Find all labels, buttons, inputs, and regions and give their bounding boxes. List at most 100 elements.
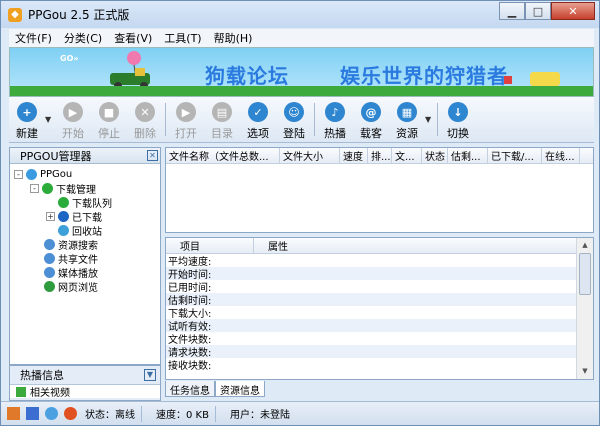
tree-node-recycle-bin[interactable]: 回收站 <box>58 224 102 238</box>
tab-resource-info[interactable]: 资源信息 <box>215 381 265 397</box>
folder-button[interactable]: ▤ 目录 <box>204 97 240 142</box>
scrollbar-thumb[interactable] <box>579 253 591 295</box>
col-downloaded[interactable]: 已下载/... <box>488 148 542 163</box>
prop-row: 试听有效: <box>166 319 576 333</box>
login-button[interactable]: ☺ 登陆 <box>276 97 312 142</box>
task-list[interactable]: 文件名称（文件总数... 文件大小 速度 排... 文... 状态 估剩... … <box>165 147 594 233</box>
ppgou-icon <box>26 169 37 180</box>
collapse-toggle[interactable]: - <box>30 184 39 193</box>
col-attribute[interactable]: 属性 <box>254 238 344 253</box>
status-user: 用户：未登陆 <box>229 410 290 421</box>
menu-tools[interactable]: 工具(T) <box>158 30 207 46</box>
related-videos-item[interactable]: 相关视频 <box>10 384 160 399</box>
start-button[interactable]: ▶ 开始 <box>55 97 91 142</box>
tree-node-download-queue[interactable]: 下载队列 <box>58 196 112 210</box>
video-icon <box>16 386 26 397</box>
login-icon: ☺ <box>284 102 304 122</box>
tree-node-downloaded[interactable]: + 已下载 <box>46 210 102 224</box>
status-speed: 速度：0 KB <box>156 410 209 421</box>
title-bar: ◆ PPGou 2.5 正式版 ▁ □ ✕ <box>1 1 599 28</box>
share-icon <box>44 253 55 264</box>
hot-info-title: 热播信息 <box>20 369 64 382</box>
prop-row: 下载大小: <box>168 309 212 320</box>
delete-button[interactable]: ✕ 删除 <box>127 97 163 142</box>
collapse-toggle[interactable]: - <box>14 170 23 179</box>
col-remaining[interactable]: 估剩... <box>448 148 488 163</box>
menu-help[interactable]: 帮助(H) <box>208 30 259 46</box>
new-button[interactable]: + 新建 <box>9 97 45 142</box>
close-button[interactable]: ✕ <box>551 2 595 20</box>
nav-tree: - PPGou - 下载管理 下载队列 + 已下载 回收站 资源搜索 共享文件 媒体播… <box>10 164 160 364</box>
delete-icon: ✕ <box>135 102 155 122</box>
col-speed[interactable]: 速度 <box>340 148 368 163</box>
prop-row: 请求块数: <box>166 345 576 359</box>
prop-row: 平均速度: <box>168 257 212 268</box>
chevron-down-icon[interactable]: ▼ <box>144 369 156 381</box>
info-icon[interactable] <box>64 407 77 420</box>
banner-text-1: 狗载论坛 <box>205 64 289 88</box>
col-rank[interactable]: 排... <box>368 148 392 163</box>
toolbar-separator <box>165 103 166 136</box>
swirl-icon: @ <box>361 102 381 122</box>
grid-icon[interactable] <box>26 407 39 420</box>
window-controls: ▁ □ ✕ <box>499 2 595 20</box>
status-state: 状态：离线 <box>85 410 135 421</box>
switch-icon: ↓ <box>448 102 468 122</box>
col-file[interactable]: 文... <box>392 148 422 163</box>
globe-icon <box>44 281 55 292</box>
banner-text-2: 娱乐世界的狩猎者 <box>340 64 508 88</box>
col-file-size[interactable]: 文件大小 <box>280 148 340 163</box>
stop-button[interactable]: ■ 停止 <box>91 97 127 142</box>
scroll-down-arrow[interactable]: ▼ <box>577 364 593 379</box>
scroll-up-arrow[interactable]: ▲ <box>577 238 593 253</box>
hot-info-header[interactable]: 热播信息 ▼ <box>10 366 160 384</box>
menu-category[interactable]: 分类(C) <box>58 30 108 46</box>
maximize-button[interactable]: □ <box>525 2 551 20</box>
col-item[interactable]: 项目 <box>166 238 254 253</box>
col-file-name[interactable]: 文件名称（文件总数... <box>166 148 280 163</box>
open-button[interactable]: ▶ 打开 <box>168 97 204 142</box>
prop-row: 接收块数: <box>168 361 212 372</box>
ad-banner[interactable]: GO» 狗载论坛 娱乐世界的狩猎者 <box>9 47 594 97</box>
minimize-button[interactable]: ▁ <box>499 2 525 20</box>
play-icon: ▶ <box>63 102 83 122</box>
col-status[interactable]: 状态 <box>422 148 448 163</box>
resource-button[interactable]: ▦ 资源 <box>389 97 425 142</box>
info-tabs: 任务信息 资源信息 <box>165 381 594 397</box>
hot-play-button[interactable]: ♪ 热播 <box>317 97 353 142</box>
resource-dropdown-arrow[interactable]: ▼ <box>425 97 435 142</box>
tree-node-shared-files[interactable]: 共享文件 <box>44 252 98 266</box>
menu-bar: 文件(F) 分类(C) 查看(V) 工具(T) 帮助(H) <box>9 29 594 47</box>
properties-header: 项目 属性 <box>166 238 593 254</box>
panel-close-button[interactable]: ✕ <box>147 150 158 161</box>
menu-file[interactable]: 文件(F) <box>9 30 58 46</box>
network-icon[interactable] <box>45 407 58 420</box>
resource-icon: ▦ <box>397 102 417 122</box>
menu-view[interactable]: 查看(V) <box>108 30 158 46</box>
toolbar: + 新建 ▼ ▶ 开始 ■ 停止 ✕ 删除 ▶ 打开 ▤ 目录 ✓ 选项 ☺ 登陆 ♪ 热播 @ 载… <box>9 97 594 143</box>
expand-toggle[interactable]: + <box>46 212 55 221</box>
manager-panel-header: PPGOU管理器 ✕ <box>10 148 160 164</box>
tree-node-resource-search[interactable]: 资源搜索 <box>44 238 98 252</box>
status-separator <box>141 405 142 422</box>
main-window: ◆ PPGou 2.5 正式版 ▁ □ ✕ 文件(F) 分类(C) 查看(V) … <box>0 0 600 426</box>
edit-icon[interactable] <box>7 407 20 420</box>
folder-icon: ▤ <box>212 102 232 122</box>
tree-node-ppgou[interactable]: - PPGou <box>14 168 72 181</box>
options-icon: ✓ <box>248 102 268 122</box>
search-icon <box>44 239 55 250</box>
vertical-scrollbar[interactable]: ▲ ▼ <box>576 238 593 379</box>
tree-node-web-browser[interactable]: 网页浏览 <box>44 280 98 294</box>
prop-row: 文件块数: <box>168 335 212 346</box>
passenger-button[interactable]: @ 载客 <box>353 97 389 142</box>
options-button[interactable]: ✓ 选项 <box>240 97 276 142</box>
tab-task-info[interactable]: 任务信息 <box>165 381 215 397</box>
tree-node-download-manager[interactable]: - 下载管理 <box>30 182 96 196</box>
new-dropdown-arrow[interactable]: ▼ <box>45 97 55 142</box>
download-manager-icon <box>42 183 53 194</box>
switch-button[interactable]: ↓ 切换 <box>440 97 476 142</box>
recycle-bin-icon <box>58 225 69 236</box>
tree-node-media-player[interactable]: 媒体播放 <box>44 266 98 280</box>
music-icon: ♪ <box>325 102 345 122</box>
col-online[interactable]: 在线... <box>542 148 580 163</box>
